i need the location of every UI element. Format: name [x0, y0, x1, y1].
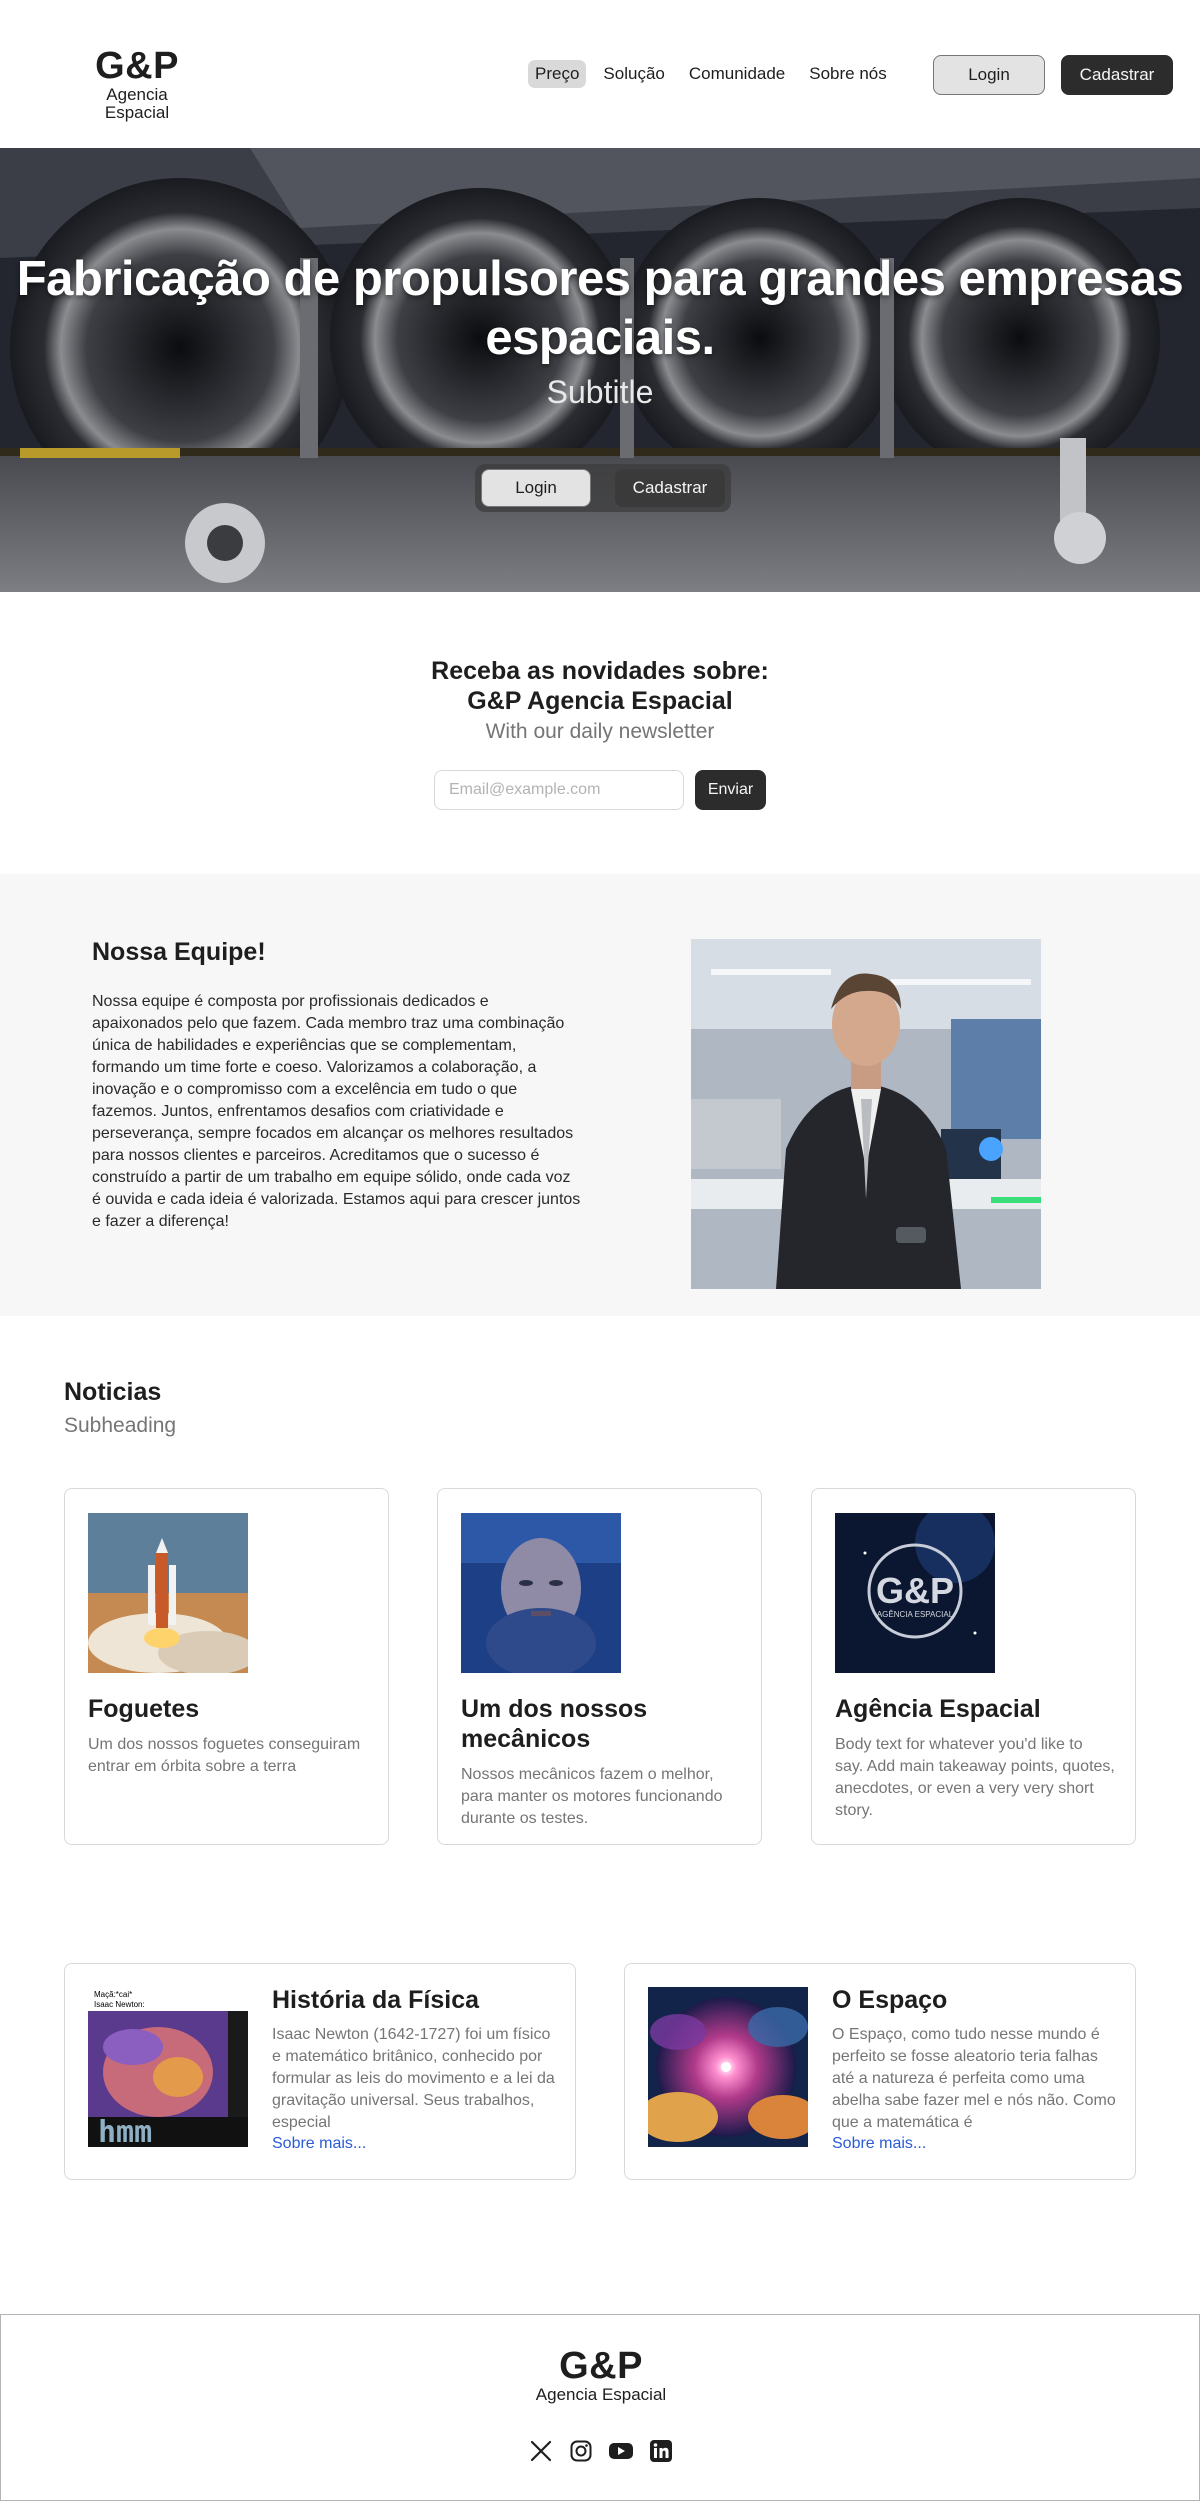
team-photo [691, 939, 1041, 1289]
news-card-foguetes[interactable]: Foguetes Um dos nossos foguetes consegui… [64, 1488, 389, 1845]
instagram-icon[interactable] [566, 2436, 596, 2466]
svg-text:AGÊNCIA ESPACIAL: AGÊNCIA ESPACIAL [877, 1610, 954, 1619]
news-header: Noticias Subheading [64, 1374, 176, 1442]
header-signup-button[interactable]: Cadastrar [1061, 55, 1173, 95]
nav-item-preco[interactable]: Preço [528, 60, 587, 88]
logo-subtitle: Agencia Espacial [104, 85, 170, 122]
article-card-historia[interactable]: Maçã:*cai* Isaac Newton: hmm História da… [64, 1963, 576, 2180]
hero-signup-button[interactable]: Cadastrar [615, 469, 725, 507]
newsletter-title-line1: Receba as novidades sobre: [431, 657, 769, 685]
team-section: Nossa Equipe! Nossa equipe é composta po… [0, 874, 1200, 1316]
newsletter-subtitle: With our daily newsletter [485, 720, 715, 743]
agency-logo-image: G&P AGÊNCIA ESPACIAL [835, 1513, 995, 1673]
footer-logo-mark: G&P [559, 2345, 643, 2387]
newsletter-submit-button[interactable]: Enviar [695, 770, 766, 810]
logo-mark: G&P [95, 45, 179, 87]
site-header: G&P Agencia Espacial Preço Solução Comun… [0, 0, 1200, 148]
svg-text:Isaac Newton:: Isaac Newton: [94, 2000, 145, 2009]
nav-item-solucao[interactable]: Solução [596, 60, 671, 88]
mechanic-image [461, 1513, 621, 1673]
article-excerpt: O Espaço, como tudo nesse mundo é perfei… [832, 2026, 1116, 2131]
rocket-image [88, 1513, 248, 1673]
newsletter-section: Receba as novidades sobre: G&P Agencia E… [0, 592, 1200, 874]
newsletter-title-line2: G&P Agencia Espacial [467, 687, 733, 715]
svg-text:G&P: G&P [876, 1570, 954, 1611]
article-title: O Espaço [832, 1986, 948, 2014]
news-card-body: Um dos nossos foguetes conseguiram entra… [88, 1736, 361, 1775]
youtube-icon[interactable] [606, 2436, 636, 2466]
article-excerpt: Isaac Newton (1642-1727) foi um físico e… [272, 2026, 555, 2131]
newton-meme-image: Maçã:*cai* Isaac Newton: hmm [88, 1987, 248, 2147]
footer-logo-subtitle: Agencia Espacial [535, 2385, 667, 2404]
read-more-link[interactable]: Sobre mais... [832, 2135, 926, 2153]
site-footer: G&P Agencia Espacial [0, 2314, 1200, 2501]
news-card-title: Agência Espacial [835, 1695, 1041, 1723]
header-login-button[interactable]: Login [933, 55, 1045, 95]
team-title: Nossa Equipe! [92, 938, 266, 966]
news-card-body: Nossos mecânicos fazem o melhor, para ma… [461, 1766, 723, 1827]
news-card-title: Foguetes [88, 1695, 200, 1723]
article-title: História da Física [272, 1986, 480, 2014]
main-nav: Preço Solução Comunidade Sobre nós [528, 60, 894, 88]
footer-logo[interactable]: G&P Agencia Espacial [526, 2346, 676, 2404]
newsletter-title: Receba as novidades sobre: G&P Agencia E… [0, 656, 1200, 716]
hero-login-button[interactable]: Login [481, 469, 591, 507]
hero-title: Fabricação de propulsores para grandes e… [16, 252, 1184, 365]
hero-background-image [0, 148, 1200, 592]
news-card-agencia[interactable]: G&P AGÊNCIA ESPACIAL Agência Espacial Bo… [811, 1488, 1136, 1845]
svg-text:Maçã:*cai*: Maçã:*cai* [94, 1990, 132, 1999]
social-links [526, 2436, 676, 2466]
nav-item-comunidade[interactable]: Comunidade [682, 60, 792, 88]
hero-button-group: Login Cadastrar [475, 464, 731, 512]
svg-text:hmm: hmm [98, 2115, 152, 2147]
email-input[interactable] [434, 770, 684, 810]
nav-item-sobre-nos[interactable]: Sobre nós [802, 60, 894, 88]
article-card-espaco[interactable]: O Espaço O Espaço, como tudo nesse mundo… [624, 1963, 1136, 2180]
hero-section: Fabricação de propulsores para grandes e… [0, 148, 1200, 592]
news-card-mecanicos[interactable]: Um dos nossos mecânicos Nossos mecânicos… [437, 1488, 762, 1845]
news-subheading: Subheading [64, 1414, 177, 1437]
news-card-title: Um dos nossos mecânicos [461, 1695, 648, 1753]
news-card-body: Body text for whatever you'd like to say… [835, 1736, 1115, 1819]
news-title: Noticias [64, 1378, 162, 1406]
linkedin-icon[interactable] [646, 2436, 676, 2466]
x-icon[interactable] [526, 2436, 556, 2466]
logo[interactable]: G&P Agencia Espacial [72, 46, 202, 122]
team-description: Nossa equipe é composta por profissionai… [92, 993, 581, 1230]
space-nebula-image [648, 1987, 808, 2147]
hero-subtitle: Subtitle [546, 374, 654, 410]
read-more-link[interactable]: Sobre mais... [272, 2135, 366, 2153]
